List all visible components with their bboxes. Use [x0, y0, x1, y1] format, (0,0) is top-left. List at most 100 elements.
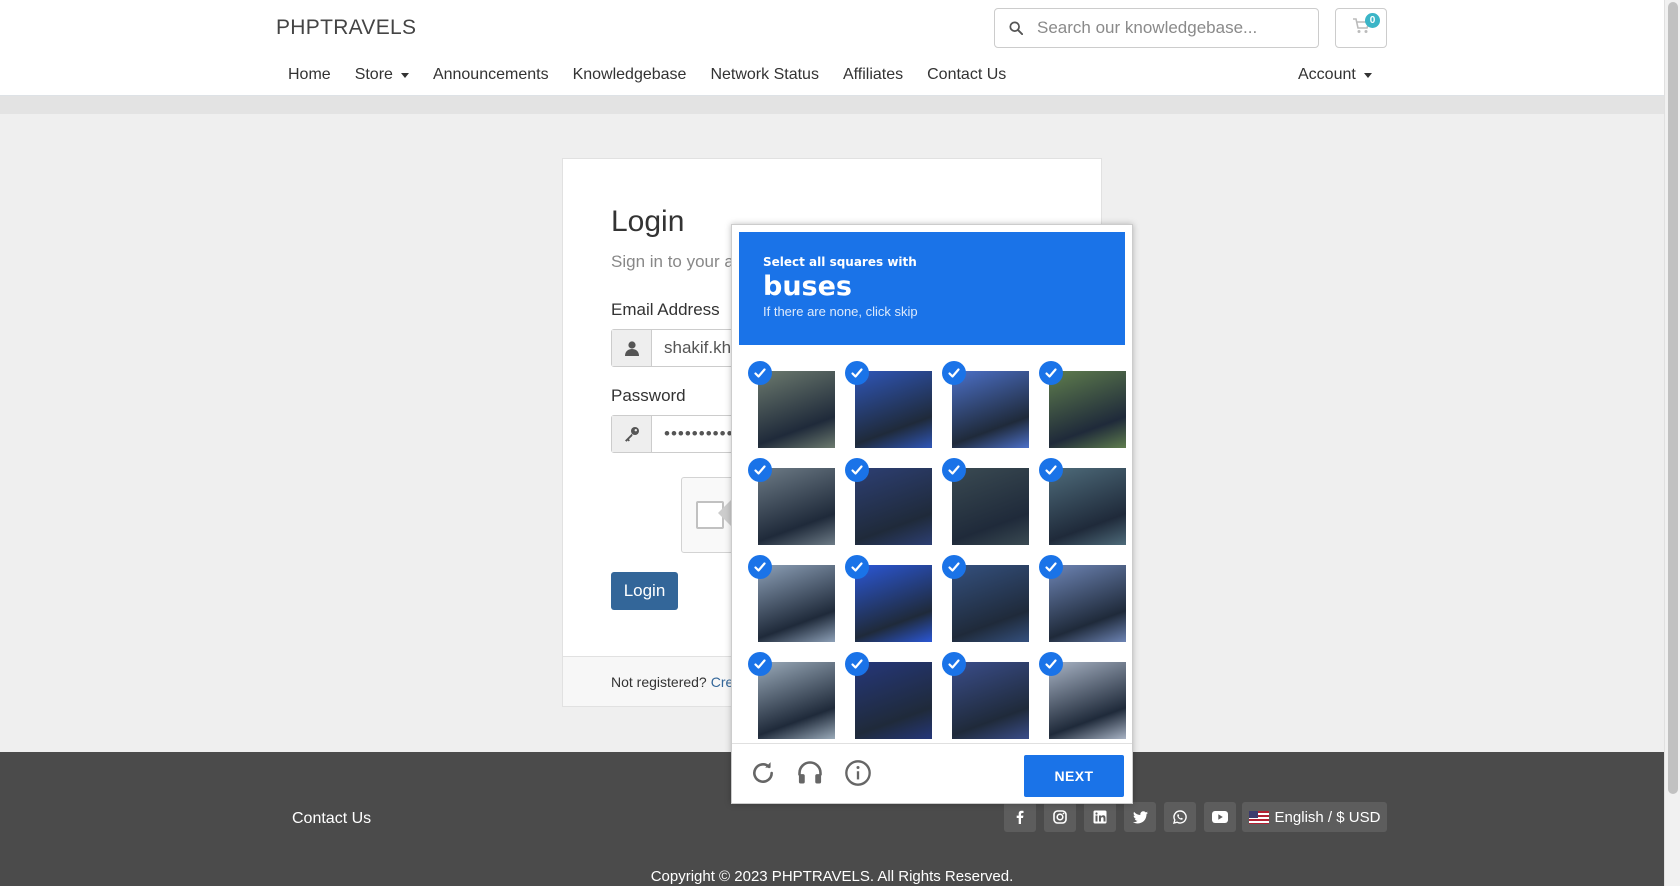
captcha-tile[interactable] [758, 371, 835, 448]
language-currency-selector[interactable]: English / $ USD [1242, 802, 1387, 832]
chevron-down-icon [400, 72, 409, 78]
email-value: shakif.kh [664, 338, 732, 357]
not-registered-text: Not registered? [611, 673, 707, 690]
us-flag-icon [1248, 810, 1269, 824]
captcha-tile[interactable] [855, 662, 932, 739]
challenge-pointer [718, 500, 731, 526]
challenge-hint: If there are none, click skip [763, 304, 918, 319]
search-box[interactable] [994, 8, 1319, 48]
tile-image [758, 371, 835, 448]
recaptcha-challenge-popup: Select all squares with buses If there a… [731, 224, 1133, 804]
audio-challenge-icon[interactable] [795, 758, 825, 788]
nav-knowledgebase[interactable]: Knowledgebase [561, 66, 699, 84]
tile-image [855, 371, 932, 448]
nav-contact-us[interactable]: Contact Us [915, 66, 1018, 84]
reload-icon[interactable] [748, 758, 778, 788]
tile-image [1049, 662, 1126, 739]
tile-selected-check-icon [942, 361, 966, 385]
whatsapp-icon[interactable] [1164, 802, 1196, 832]
site-header: PHPTRAVELS 0 Home Store Announcements Kn… [0, 0, 1664, 96]
cart-button[interactable]: 0 [1335, 8, 1387, 48]
tile-image [855, 662, 932, 739]
password-label: Password [611, 386, 686, 405]
captcha-tile[interactable] [855, 565, 932, 642]
linkedin-icon[interactable] [1084, 802, 1116, 832]
tile-selected-check-icon [748, 361, 772, 385]
account-menu[interactable]: Account [1298, 66, 1372, 84]
copyright-text: Copyright © 2023 PHPTRAVELS. All Rights … [650, 868, 1014, 885]
challenge-instruction: Select all squares with [763, 255, 917, 269]
captcha-tile[interactable] [952, 371, 1029, 448]
tile-selected-check-icon [1039, 458, 1063, 482]
tile-selected-check-icon [748, 652, 772, 676]
captcha-tile[interactable] [855, 371, 932, 448]
search-icon [995, 21, 1037, 35]
nav-affiliates[interactable]: Affiliates [831, 66, 915, 84]
main-nav: Home Store Announcements Knowledgebase N… [276, 66, 1018, 84]
chevron-down-icon [1363, 72, 1372, 78]
tile-selected-check-icon [845, 652, 869, 676]
tile-selected-check-icon [748, 458, 772, 482]
nav-store[interactable]: Store [343, 66, 421, 84]
tile-selected-check-icon [845, 555, 869, 579]
challenge-target: buses [763, 271, 853, 302]
nav-home[interactable]: Home [276, 66, 343, 84]
captcha-tile[interactable] [855, 468, 932, 545]
tile-image [1049, 371, 1126, 448]
challenge-footer: NEXT [732, 743, 1132, 804]
next-button[interactable]: NEXT [1024, 755, 1124, 797]
tile-image [1049, 468, 1126, 545]
email-label: Email Address [611, 300, 720, 319]
social-links [1004, 802, 1236, 832]
info-icon[interactable] [843, 758, 873, 788]
tile-selected-check-icon [845, 361, 869, 385]
twitter-icon[interactable] [1124, 802, 1156, 832]
tile-image [1049, 565, 1126, 642]
tile-selected-check-icon [1039, 361, 1063, 385]
instagram-icon[interactable] [1044, 802, 1076, 832]
tile-image [952, 371, 1029, 448]
tile-selected-check-icon [942, 652, 966, 676]
footer-contact-link[interactable]: Contact Us [292, 810, 371, 828]
youtube-icon[interactable] [1204, 802, 1236, 832]
captcha-tile[interactable] [1049, 371, 1126, 448]
captcha-tile[interactable] [758, 468, 835, 545]
tile-selected-check-icon [1039, 652, 1063, 676]
cart-count-badge: 0 [1365, 13, 1380, 28]
key-icon [612, 416, 652, 452]
tile-image [952, 468, 1029, 545]
nav-network-status[interactable]: Network Status [698, 66, 830, 84]
tile-image [758, 662, 835, 739]
login-button[interactable]: Login [611, 572, 678, 610]
tile-image [952, 565, 1029, 642]
facebook-icon[interactable] [1004, 802, 1036, 832]
challenge-header: Select all squares with buses If there a… [739, 232, 1125, 345]
captcha-tile[interactable] [952, 565, 1029, 642]
tile-image [855, 565, 932, 642]
tile-selected-check-icon [845, 458, 869, 482]
breadcrumb-bar [0, 96, 1664, 114]
user-icon [612, 330, 652, 366]
scrollbar-thumb[interactable] [1668, 2, 1678, 794]
captcha-tile[interactable] [952, 468, 1029, 545]
login-subtitle: Sign in to your a [611, 252, 734, 271]
captcha-tile[interactable] [758, 662, 835, 739]
tile-image [758, 468, 835, 545]
captcha-tile[interactable] [952, 662, 1029, 739]
search-input[interactable] [1037, 18, 1297, 38]
image-grid [748, 361, 1126, 739]
tile-selected-check-icon [748, 555, 772, 579]
captcha-tile[interactable] [1049, 468, 1126, 545]
captcha-tile[interactable] [758, 565, 835, 642]
page-scrollbar[interactable] [1664, 0, 1680, 886]
page-title: Login [611, 205, 685, 238]
tile-selected-check-icon [942, 458, 966, 482]
nav-announcements[interactable]: Announcements [421, 66, 561, 84]
captcha-tile[interactable] [1049, 662, 1126, 739]
tile-selected-check-icon [942, 555, 966, 579]
brand-logo[interactable]: PHPTRAVELS [276, 16, 416, 40]
tile-image [758, 565, 835, 642]
captcha-tile[interactable] [1049, 565, 1126, 642]
tile-selected-check-icon [1039, 555, 1063, 579]
tile-image [952, 662, 1029, 739]
